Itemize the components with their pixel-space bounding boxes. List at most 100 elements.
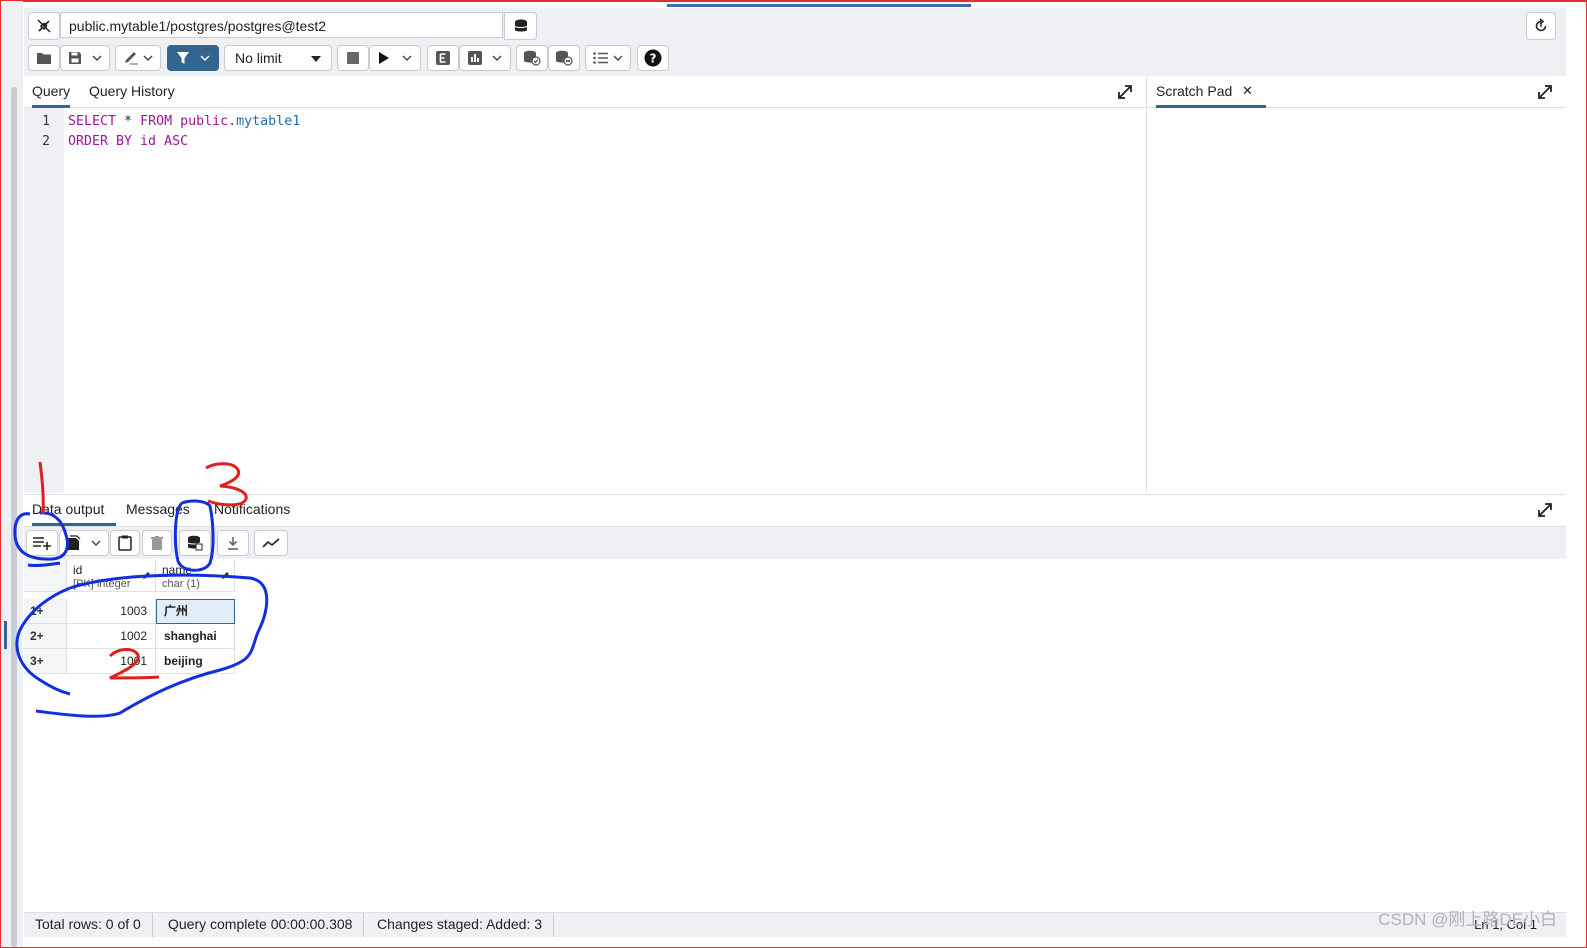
row-number[interactable]: 2+ (24, 624, 67, 649)
reset-layout-button[interactable] (1526, 12, 1556, 40)
download-button[interactable] (217, 530, 249, 556)
list-icon (593, 52, 608, 64)
column-header-name[interactable]: name char (1) (156, 559, 235, 592)
database-check-icon (524, 50, 541, 66)
paste-button[interactable] (110, 530, 140, 556)
status-changes-staged: Changes staged: Added: 3 (366, 913, 555, 937)
download-icon (228, 537, 238, 550)
data-output-toolbar (24, 527, 1566, 559)
stop-button[interactable] (337, 45, 369, 71)
tab-notifications[interactable]: Notifications (214, 495, 290, 525)
rollback-button[interactable] (548, 45, 580, 71)
line-number-gutter: 1 2 (24, 108, 64, 493)
maximize-icon[interactable] (1536, 83, 1554, 101)
line-number: 2 (42, 134, 50, 149)
chevron-down-icon (143, 55, 153, 61)
explain-button[interactable] (427, 45, 459, 71)
vertical-scrollbar[interactable] (11, 87, 17, 947)
cell-name[interactable]: beijing (156, 649, 235, 674)
row-number[interactable]: 3+ (24, 649, 67, 674)
maximize-icon[interactable] (1116, 83, 1134, 101)
connection-status-button[interactable] (28, 12, 60, 40)
database-icon (514, 19, 527, 32)
active-indicator (4, 621, 7, 649)
explain-icon (436, 51, 450, 65)
column-type: char (1) (162, 578, 200, 590)
save-file-button[interactable] (60, 45, 110, 71)
edit-column-icon[interactable] (142, 571, 151, 580)
tab-query-history[interactable]: Query History (89, 77, 175, 107)
refresh-icon (1535, 18, 1547, 32)
row-number[interactable]: 1+ (24, 599, 67, 624)
explain-analyze-button[interactable] (459, 45, 511, 71)
tab-messages[interactable]: Messages (126, 495, 190, 525)
query-editor-panel: Query Query History 1 2 SELECT * FROM pu… (24, 77, 1147, 493)
folder-icon (37, 53, 51, 64)
add-row-button[interactable] (26, 530, 58, 556)
database-save-icon (187, 535, 203, 551)
copy-icon (68, 535, 81, 550)
chevron-down-icon (92, 55, 102, 61)
open-file-button[interactable] (28, 45, 60, 71)
active-tab-indicator (667, 4, 971, 7)
select-connection-button[interactable] (504, 12, 537, 40)
chevron-down-icon (91, 540, 101, 546)
save-icon (69, 52, 81, 64)
cell-id[interactable]: 1003 (67, 599, 156, 624)
line-number: 1 (42, 114, 50, 129)
watermark: CSDN @刚上路DE小白 (1378, 910, 1557, 929)
chevron-down-icon (613, 55, 623, 61)
help-icon: ? (644, 49, 662, 67)
tab-scratch-pad[interactable]: Scratch Pad ✕ (1156, 77, 1266, 108)
output-panel: Data output Messages Notifications id [P… (24, 494, 1566, 913)
scratch-pad-panel: Scratch Pad ✕ (1147, 77, 1566, 493)
macros-button[interactable] (585, 45, 631, 71)
scratch-pad-label: Scratch Pad (1156, 83, 1233, 99)
graph-visualiser-button[interactable] (254, 530, 288, 556)
column-name: id (73, 563, 83, 577)
help-button[interactable]: ? (637, 45, 669, 71)
trash-icon (151, 536, 163, 550)
cell-name[interactable]: 广州 (156, 599, 235, 624)
sql-keyword: ASC (164, 134, 189, 149)
column-header-id[interactable]: id [PK] integer (67, 559, 156, 592)
edit-button[interactable] (115, 45, 161, 71)
sql-text: * (116, 114, 141, 129)
status-total-rows: Total rows: 0 of 0 (24, 913, 153, 937)
connection-field[interactable]: public.mytable1/postgres/postgres@test2 (60, 12, 503, 38)
cell-id[interactable]: 1002 (67, 624, 156, 649)
sql-schema: public. (172, 114, 237, 129)
edit-column-icon[interactable] (221, 571, 230, 580)
database-rollback-icon (556, 50, 573, 66)
code-line-1[interactable]: SELECT * FROM public.mytable1 (68, 114, 300, 129)
filter-icon (177, 52, 189, 64)
execute-button[interactable] (369, 45, 421, 71)
plug-icon (37, 19, 51, 33)
maximize-icon[interactable] (1536, 501, 1554, 519)
save-data-changes-button[interactable] (179, 530, 211, 556)
cell-name[interactable]: shanghai (156, 624, 235, 649)
row-limit-select[interactable]: No limit (224, 45, 332, 71)
chevron-down-icon (402, 55, 412, 61)
tab-query[interactable]: Query (32, 77, 71, 108)
copy-button[interactable] (59, 530, 109, 556)
delete-row-button[interactable] (142, 530, 172, 556)
connection-bar: public.mytable1/postgres/postgres@test2 (24, 8, 1566, 42)
scratch-tabs: Scratch Pad ✕ (1147, 77, 1566, 108)
sql-identifier: id (132, 134, 165, 149)
query-toolbar: No limit ? (24, 42, 1566, 76)
tab-data-output[interactable]: Data output (32, 495, 116, 526)
close-icon[interactable]: ✕ (1242, 77, 1253, 105)
add-row-icon (33, 537, 51, 550)
svg-text:?: ? (650, 52, 657, 66)
code-line-2[interactable]: ORDER BY id ASC (68, 134, 188, 149)
cell-id[interactable]: 1001 (67, 649, 156, 674)
editor-tabs: Query Query History (24, 77, 1146, 108)
grid-corner (24, 559, 67, 592)
caret-down-icon (311, 56, 321, 62)
chart-icon (468, 51, 482, 65)
status-bar: Total rows: 0 of 0 Query complete 00:00:… (24, 912, 1566, 937)
filter-button[interactable] (167, 45, 219, 71)
commit-button[interactable] (516, 45, 548, 71)
status-query-complete: Query complete 00:00:00.308 (157, 913, 365, 937)
